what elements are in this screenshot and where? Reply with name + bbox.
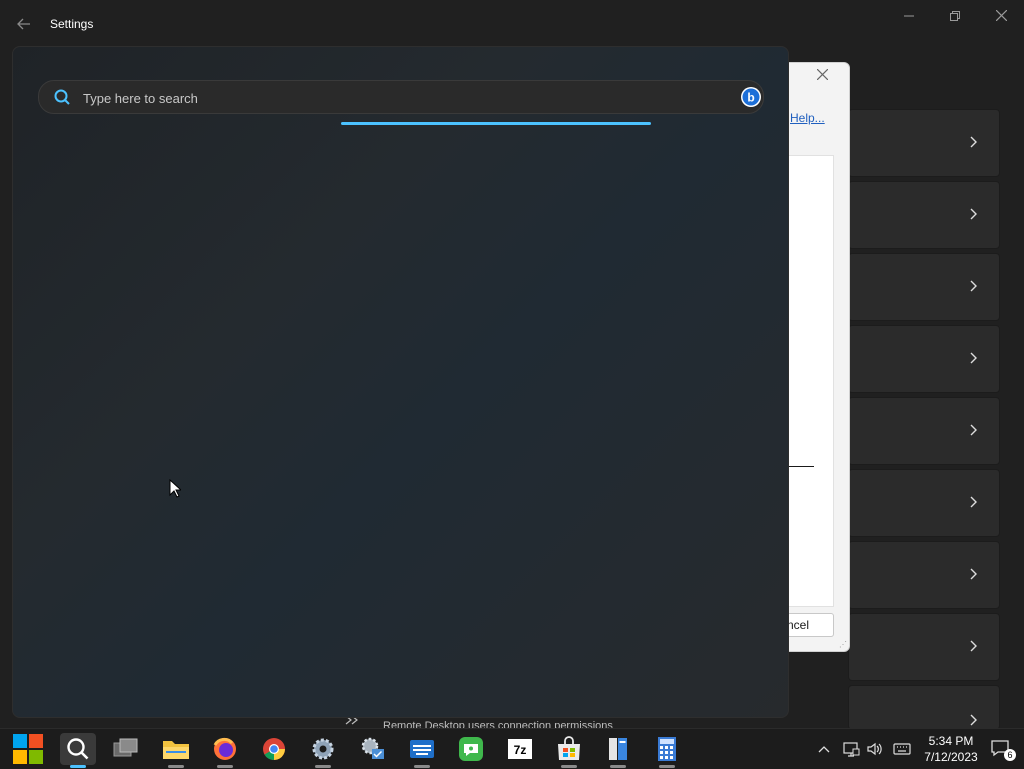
search-box[interactable]: b	[38, 80, 764, 115]
dialog-close-icon[interactable]	[816, 67, 829, 85]
minimize-icon[interactable]	[886, 6, 932, 28]
messaging-app-icon[interactable]	[453, 733, 489, 765]
taskbar: 7z 5:34 PM 7/12/2023 6	[0, 728, 1024, 769]
search-icon[interactable]	[60, 733, 96, 768]
clock-time: 5:34 PM	[928, 734, 974, 748]
mouse-cursor-icon	[169, 479, 181, 498]
touch-keyboard-icon[interactable]	[893, 729, 913, 769]
settings-app-icon[interactable]	[305, 733, 341, 768]
loading-progress-fill	[341, 122, 651, 125]
chevron-right-icon	[970, 280, 977, 292]
store-icon[interactable]	[551, 733, 587, 768]
settings-card[interactable]	[848, 397, 1000, 465]
arrow-left-icon[interactable]	[12, 12, 36, 36]
help-link[interactable]: Help...	[790, 111, 825, 125]
file-explorer-icon[interactable]	[158, 733, 194, 768]
maximize-icon[interactable]	[932, 6, 978, 28]
keyboard-app-icon[interactable]	[404, 733, 440, 768]
chrome-icon[interactable]	[256, 733, 292, 765]
dialog-list-area	[787, 155, 834, 607]
firefox-icon[interactable]	[207, 733, 243, 768]
resize-grip-icon[interactable]: ⋰	[839, 641, 847, 649]
chevron-right-icon	[970, 352, 977, 364]
calculator-icon[interactable]	[649, 733, 685, 768]
svg-text:b: b	[747, 91, 754, 105]
cancel-button[interactable]: ncel	[787, 613, 834, 637]
settings-card[interactable]	[848, 253, 1000, 321]
settings-titlebar: Settings	[0, 0, 1024, 48]
clock[interactable]: 5:34 PM 7/12/2023	[920, 733, 982, 765]
book-app-icon[interactable]	[600, 733, 636, 768]
show-hidden-icons-chevron-icon[interactable]	[818, 729, 834, 769]
settings-card[interactable]	[848, 181, 1000, 249]
task-view-icon[interactable]	[108, 733, 144, 765]
chevron-right-icon	[970, 496, 977, 508]
chevron-right-icon	[970, 714, 977, 726]
divider	[787, 466, 814, 467]
settings-card[interactable]	[848, 541, 1000, 609]
7zip-label: 7z	[514, 743, 527, 757]
close-icon[interactable]	[978, 6, 1024, 28]
control-panel-icon[interactable]	[355, 733, 391, 765]
dialog-window: Help... ncel ⋰	[787, 62, 850, 652]
settings-card[interactable]	[848, 109, 1000, 177]
volume-icon[interactable]	[866, 729, 884, 769]
network-icon[interactable]	[842, 729, 860, 769]
chevron-right-icon	[970, 136, 977, 148]
chevron-right-icon	[970, 568, 977, 580]
chevron-right-icon	[970, 208, 977, 220]
window-title: Settings	[50, 17, 94, 31]
start-icon[interactable]	[10, 733, 46, 765]
bing-icon[interactable]: b	[740, 86, 762, 108]
loading-progress-bar	[341, 122, 651, 125]
settings-card[interactable]	[848, 613, 1000, 681]
notification-count-badge: 6	[1004, 749, 1016, 761]
clock-date: 7/12/2023	[924, 750, 978, 764]
chevron-right-icon	[970, 424, 977, 436]
7zip-icon[interactable]: 7z	[502, 733, 538, 765]
settings-card[interactable]	[848, 685, 1000, 730]
search-input[interactable]	[81, 81, 725, 115]
chevron-right-icon	[970, 640, 977, 652]
search-panel: b	[12, 46, 789, 718]
search-icon	[54, 89, 70, 105]
settings-card[interactable]	[848, 469, 1000, 537]
settings-card[interactable]	[848, 325, 1000, 393]
